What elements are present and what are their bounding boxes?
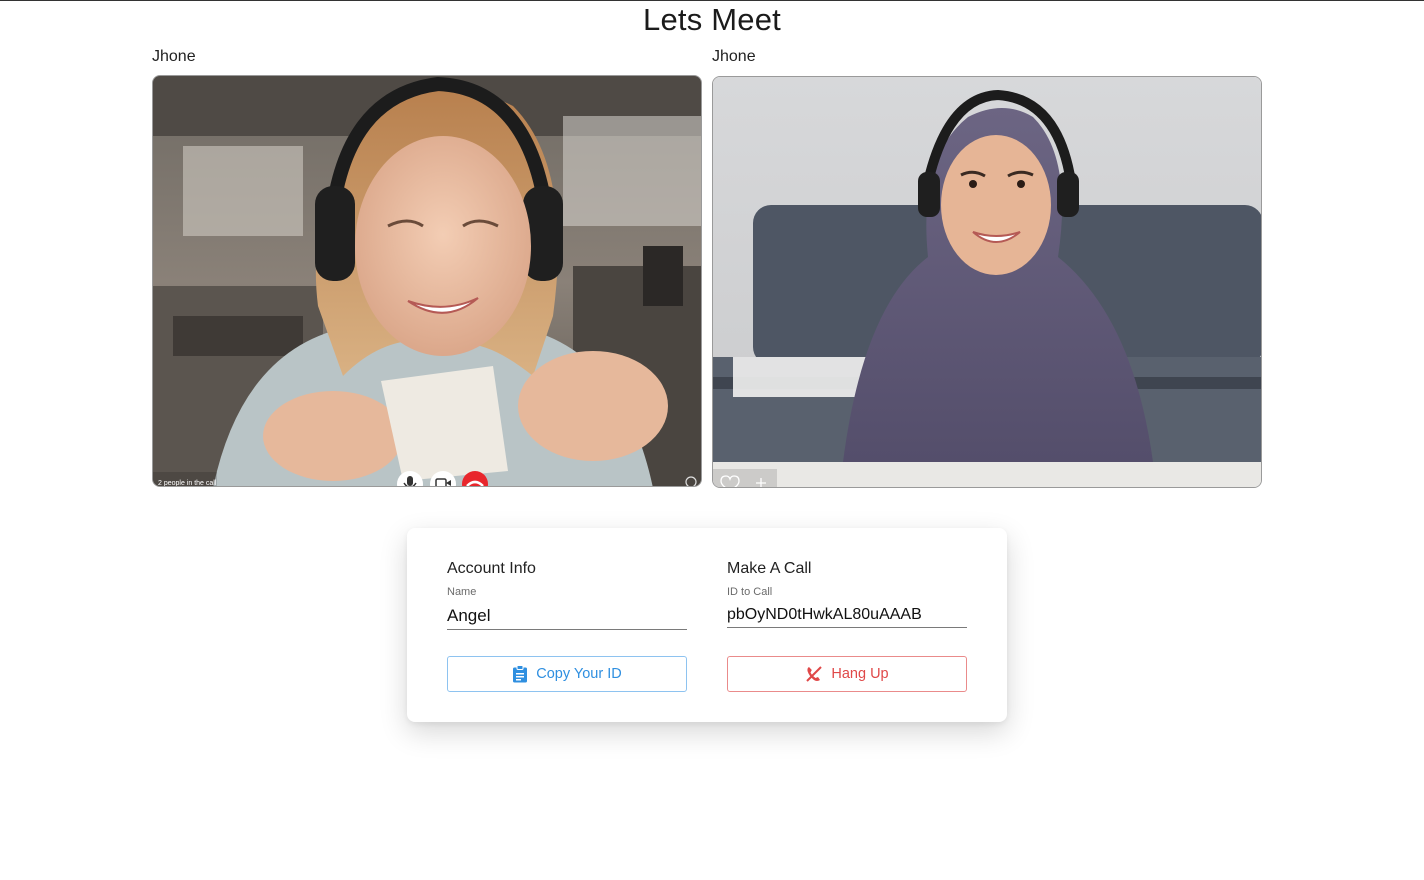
phone-disabled-icon <box>806 666 823 682</box>
controls-card: Account Info Name Make A Call ID to Call… <box>407 528 1007 722</box>
hang-up-label: Hang Up <box>831 666 889 682</box>
video-feed-left: 2 people in the call <box>152 75 702 487</box>
name-input[interactable] <box>447 604 687 630</box>
video-label-right: Jhone <box>712 48 756 65</box>
account-info-title: Account Info <box>447 560 536 577</box>
copy-id-button[interactable]: Copy Your ID <box>447 656 687 692</box>
hang-up-button[interactable]: Hang Up <box>727 656 967 692</box>
make-call-section: Make A Call ID to Call <box>727 560 967 628</box>
top-rule <box>0 0 1424 1</box>
id-to-call-input[interactable] <box>727 604 967 628</box>
clipboard-icon <box>513 665 528 683</box>
video-label-left: Jhone <box>152 48 196 65</box>
name-label: Name <box>447 586 477 598</box>
video-feed-right <box>712 76 1262 488</box>
call-people-count: 2 people in the call <box>158 480 217 487</box>
copy-id-label: Copy Your ID <box>536 666 622 682</box>
make-call-title: Make A Call <box>727 560 812 577</box>
id-to-call-label: ID to Call <box>727 586 773 598</box>
account-info-section: Account Info Name <box>447 560 687 630</box>
page-title: Lets Meet <box>643 2 781 37</box>
